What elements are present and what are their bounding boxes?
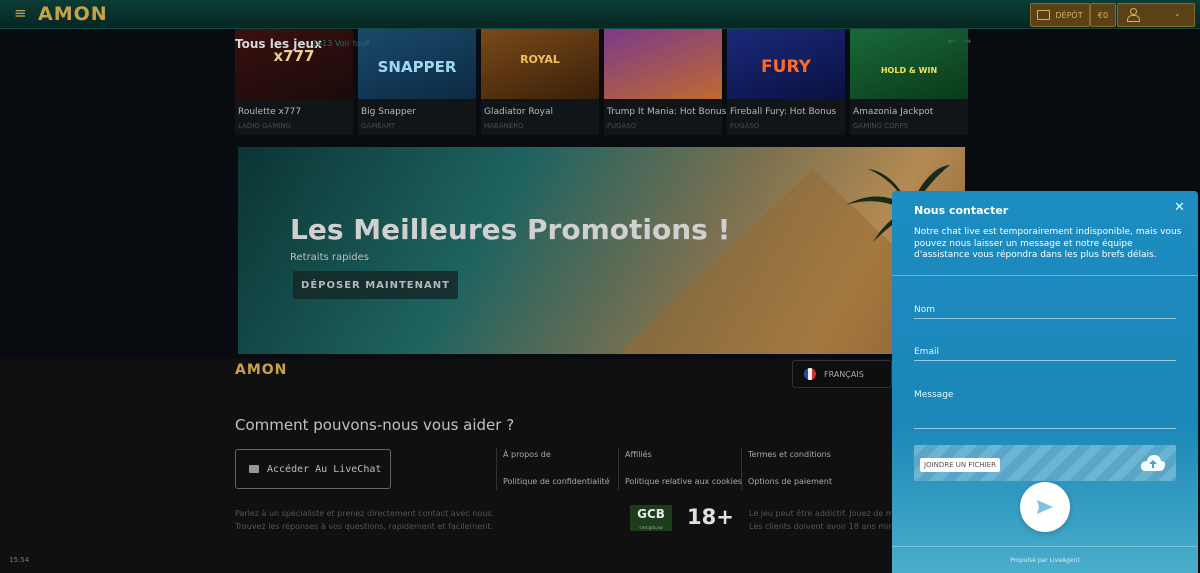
game-thumbnail: FURY: [727, 29, 845, 99]
game-card[interactable]: FURY Fireball Fury: Hot Bonus FUGASO: [727, 29, 845, 135]
game-name: Gladiator Royal: [484, 107, 554, 117]
game-thumbnail: ROYAL: [481, 29, 599, 99]
chevron-right-icon[interactable]: ›: [367, 37, 371, 47]
email-input[interactable]: [914, 360, 1176, 361]
legal-line: Le jeu peut être addictif. Jouez de m: [749, 509, 892, 518]
game-provider: FUGASO: [730, 122, 760, 130]
game-thumbnail: SNAPPER: [358, 29, 476, 99]
message-field-label: Message: [914, 390, 954, 400]
cloud-upload-icon: [1140, 455, 1166, 471]
game-name: Trump It Mania: Hot Bonus: [607, 107, 727, 117]
game-name: Amazonia Jackpot: [853, 107, 934, 117]
promo-banner: Les Meilleures Promotions ! Retraits rap…: [238, 147, 965, 354]
game-provider: GAMEART: [361, 122, 396, 130]
promo-title: Les Meilleures Promotions !: [290, 213, 731, 246]
france-flag-icon: [804, 368, 816, 380]
games-section-title: Tous les jeux: [235, 37, 322, 51]
game-card[interactable]: SNAPPER Big Snapper GAMEART: [358, 29, 476, 135]
legal-line: Les clients doivent avoir 18 ans mini: [749, 522, 892, 531]
chat-icon: [249, 465, 259, 473]
carousel-nav: ← →: [940, 37, 971, 47]
help-line: Parlez à un spécialiste et prenez direct…: [235, 509, 495, 518]
language-selector[interactable]: FRANÇAIS: [792, 360, 892, 388]
arrow-right-icon[interactable]: →: [964, 37, 972, 47]
attach-file-button[interactable]: JOINDRE UN FICHIER: [920, 458, 1000, 472]
game-thumb-text: FURY: [761, 57, 811, 77]
deposit-label: DÉPÔT: [1055, 10, 1083, 20]
game-thumb-text: ROYAL: [520, 53, 560, 66]
gcb-label: GCB: [637, 507, 665, 521]
user-menu-button[interactable]: ⌄: [1117, 3, 1195, 27]
divider: [496, 448, 497, 490]
deposit-button[interactable]: DÉPÔT: [1030, 3, 1090, 27]
arrow-left-icon[interactable]: ←: [948, 37, 956, 47]
menu-icon[interactable]: ≡: [14, 6, 27, 21]
game-thumb-text: HOLD & WIN: [880, 66, 938, 75]
footer-link-payment[interactable]: Options de paiement: [748, 477, 832, 486]
game-provider: LADIO GAMING: [238, 122, 292, 130]
game-name: Fireball Fury: Hot Bonus: [730, 107, 837, 117]
send-button[interactable]: [1020, 482, 1070, 532]
top-bar: ≡ AMON DÉPÔT €0 ⌄: [0, 0, 1200, 29]
game-thumbnail: [604, 29, 722, 99]
game-name: Roulette x777: [238, 107, 302, 117]
language-label: FRANÇAIS: [824, 369, 864, 379]
name-field[interactable]: Nom: [914, 305, 1176, 319]
help-line: Trouvez les réponses à vos questions, ra…: [235, 522, 494, 531]
legal-text: Le jeu peut être addictif. Jouez de m Le…: [749, 507, 892, 533]
gcb-sublabel: cert.gcb.cw: [639, 525, 663, 530]
name-input[interactable]: [914, 318, 1176, 319]
chat-title: Nous contacter: [914, 204, 1009, 217]
footer-logo[interactable]: AMON: [235, 362, 287, 378]
help-text: Parlez à un spécialiste et prenez direct…: [235, 507, 494, 533]
age-restriction-badge: 18+: [687, 505, 734, 529]
message-field[interactable]: Message: [914, 390, 1176, 429]
footer-link-cookies[interactable]: Politique relative aux cookies: [625, 477, 742, 486]
send-icon: [1037, 500, 1053, 514]
footer-link-terms[interactable]: Termes et conditions: [748, 450, 831, 459]
powered-by[interactable]: Propulsé par LiveAgent: [892, 557, 1198, 564]
balance-display[interactable]: €0: [1090, 3, 1116, 27]
game-card[interactable]: Trump It Mania: Hot Bonus FUGASO: [604, 29, 726, 135]
game-provider: HABANERO: [484, 122, 524, 130]
divider: [618, 448, 619, 490]
email-field-label: Email: [914, 347, 939, 357]
help-title: Comment pouvons-nous vous aider ?: [235, 416, 515, 434]
user-icon: [1127, 8, 1140, 22]
contact-chat-widget: Nous contacter ✕ Notre chat live est tem…: [892, 191, 1198, 573]
footer-link-privacy[interactable]: Politique de confidentialité: [503, 477, 610, 486]
chat-description: Notre chat live est temporairement indis…: [914, 227, 1182, 260]
site-logo[interactable]: AMON: [38, 3, 108, 25]
game-card[interactable]: ROYAL Gladiator Royal HABANERO: [481, 29, 599, 135]
game-provider: GAMING CORPS: [853, 122, 909, 130]
message-input[interactable]: [914, 428, 1176, 429]
game-thumb-text: SNAPPER: [377, 58, 457, 76]
wallet-icon: [1037, 10, 1051, 20]
footer-link-about[interactable]: À propos de: [503, 450, 551, 459]
game-provider: FUGASO: [607, 122, 637, 130]
email-field[interactable]: Email: [914, 347, 1176, 361]
divider: [892, 275, 1198, 276]
view-all-link[interactable]: 2613 Voir tout: [312, 39, 369, 48]
game-name: Big Snapper: [361, 107, 416, 117]
livechat-label: Accéder Au LiveChat: [267, 463, 382, 475]
chevron-down-icon: ⌄: [1174, 9, 1181, 18]
deposit-now-button[interactable]: DÉPOSER MAINTENANT: [293, 271, 458, 299]
footer-link-affiliates[interactable]: Affiliés: [625, 450, 652, 459]
close-icon[interactable]: ✕: [1174, 200, 1185, 215]
divider: [892, 546, 1198, 547]
gcb-license-badge[interactable]: GCB cert.gcb.cw: [630, 505, 672, 531]
file-dropzone[interactable]: JOINDRE UN FICHIER: [914, 445, 1176, 481]
clock: 15:54: [9, 556, 30, 564]
name-field-label: Nom: [914, 305, 936, 315]
livechat-button[interactable]: Accéder Au LiveChat: [235, 449, 391, 489]
promo-subtitle: Retraits rapides: [290, 252, 369, 263]
